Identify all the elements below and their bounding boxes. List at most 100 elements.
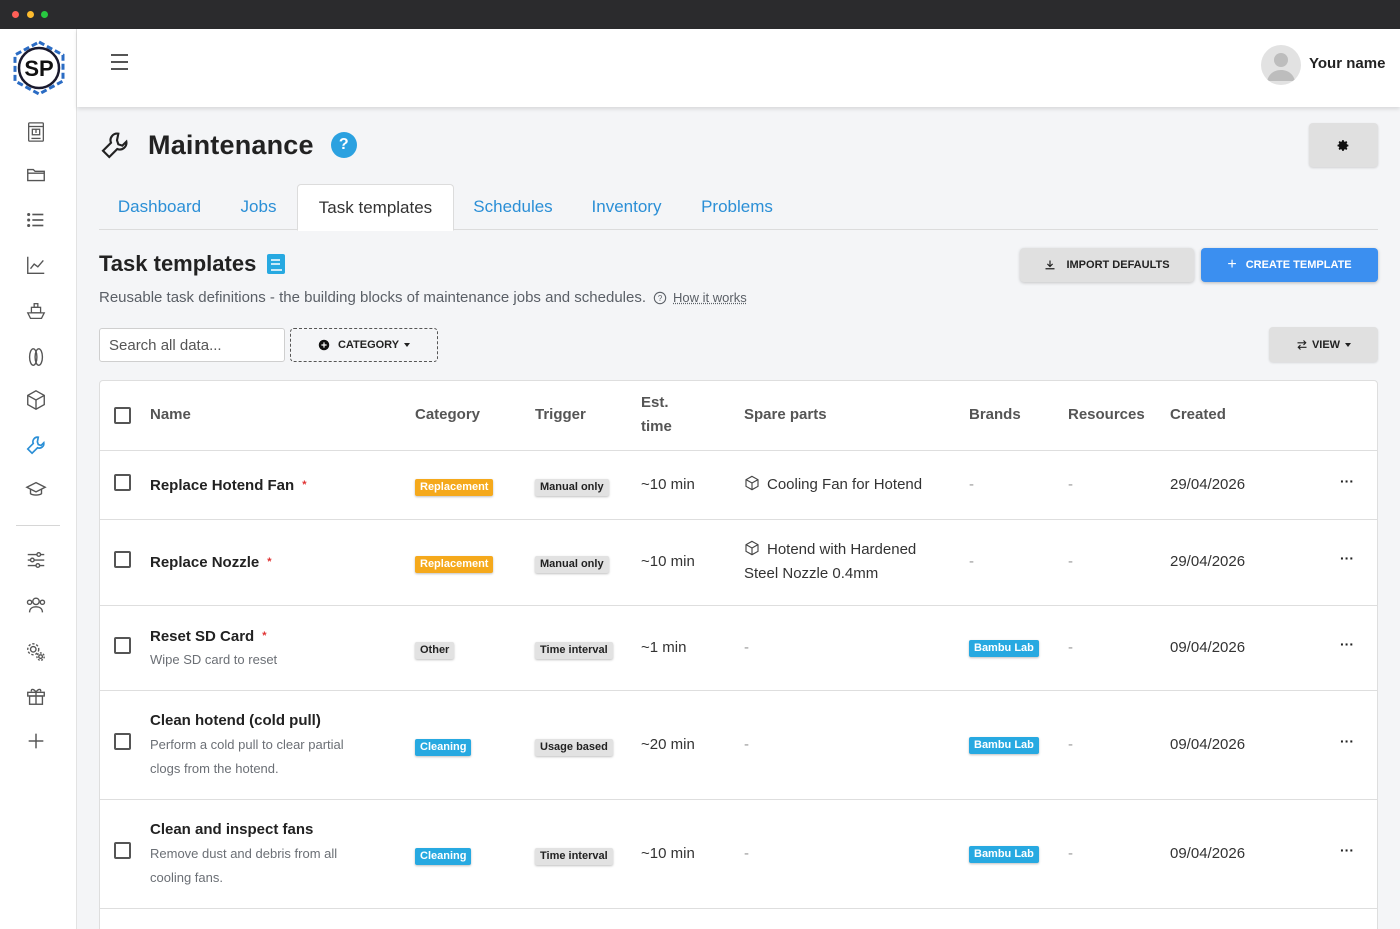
view-button[interactable]: VIEW [1269,327,1378,362]
create-template-button[interactable]: + CREATE TEMPLATE [1201,248,1378,282]
chevron-down-icon [404,343,410,347]
spare-part[interactable]: Cooling Fan for Hotend [744,473,922,497]
brands: - [969,473,974,497]
row-checkbox[interactable] [114,474,131,491]
wrench-icon[interactable] [23,432,49,458]
row-menu-icon[interactable]: ··· [1340,842,1354,858]
row-checkbox[interactable] [114,842,131,859]
spare-part: - [744,842,749,866]
help-icon[interactable]: ? [331,132,357,158]
row-menu-icon[interactable]: ··· [1340,733,1354,749]
table-row[interactable]: Replace Hotend Fan * Replacement Manual o… [100,451,1378,520]
row-menu-icon[interactable]: ··· [1340,636,1354,652]
column-header-created[interactable]: Created [1170,403,1226,427]
box-icon[interactable] [23,387,49,413]
tab-dashboard[interactable]: Dashboard [99,184,220,230]
category-badge: Replacement [415,556,493,573]
trigger-badge: Usage based [535,739,613,756]
box-icon [744,540,760,556]
how-it-works-link[interactable]: How it works [673,290,747,305]
view-label: VIEW [1312,339,1340,351]
column-header-name[interactable]: Name [150,403,191,427]
column-header-category[interactable]: Category [415,403,480,427]
resources: - [1068,733,1073,757]
brand-badge[interactable]: Bambu Lab [969,737,1039,754]
plus-icon[interactable] [23,728,49,754]
filament-icon[interactable] [23,344,49,370]
task-name-text: Replace Hotend Fan [150,477,294,494]
maximize-window-button[interactable] [41,11,48,18]
book-icon[interactable] [266,253,286,275]
window-titlebar [0,0,1400,29]
task-description: Wipe SD card to reset [150,648,277,672]
app-logo[interactable]: SP [9,40,69,96]
import-defaults-button[interactable]: IMPORT DEFAULTS [1020,248,1194,282]
trigger-badge: Time interval [535,848,613,865]
graduation-cap-icon[interactable] [23,477,49,503]
category-badge: Cleaning [415,848,471,865]
spare-part-text-line2: Steel Nozzle 0.4mm [744,565,878,582]
required-marker: * [262,630,266,642]
select-all-checkbox[interactable] [114,407,131,424]
brand-badge[interactable]: Bambu Lab [969,846,1039,863]
task-name[interactable]: Replace Nozzle * [150,550,272,575]
sliders-icon[interactable] [23,547,49,573]
settings-button[interactable] [1309,123,1378,167]
hamburger-menu-icon[interactable] [111,54,133,74]
table-row[interactable]: Clean hotend (cold pull) Perform a cold … [100,691,1378,800]
minimize-window-button[interactable] [27,11,34,18]
table-row[interactable]: Replace Nozzle * Replacement Manual only … [100,520,1378,606]
tab-task-templates[interactable]: Task templates [297,184,454,231]
tab-problems[interactable]: Problems [681,184,793,230]
folder-icon[interactable] [23,162,49,188]
created-date: 29/04/2026 [1170,550,1245,574]
swap-icon [1296,339,1308,351]
row-menu-icon[interactable]: ··· [1340,473,1354,489]
tab-jobs[interactable]: Jobs [220,184,297,230]
task-description: Perform a cold pull to clear partial clog… [150,733,344,781]
task-name-text: Replace Nozzle [150,554,259,571]
column-header-est-time[interactable]: Est. time [641,391,672,439]
table-row[interactable]: Clean and inspect fans Remove dust and d… [100,800,1378,909]
column-header-spare-parts[interactable]: Spare parts [744,403,827,427]
box-icon [744,475,760,491]
column-header-resources[interactable]: Resources [1068,403,1145,427]
spare-part: - [744,636,749,660]
row-menu-icon[interactable]: ··· [1340,550,1354,566]
row-checkbox[interactable] [114,551,131,568]
task-description-line1: Perform a cold pull to clear partial [150,737,344,752]
tab-schedules[interactable]: Schedules [454,184,572,230]
created-date: 09/04/2026 [1170,733,1245,757]
close-window-button[interactable] [12,11,19,18]
avatar[interactable] [1261,45,1301,85]
import-defaults-label: IMPORT DEFAULTS [1066,259,1169,271]
search-input[interactable] [99,328,285,362]
tab-inventory[interactable]: Inventory [572,184,681,230]
task-name-text: Reset SD Card [150,628,254,645]
list-icon[interactable] [23,207,49,233]
task-name[interactable]: Clean and inspect fans [150,818,313,842]
cogs-icon[interactable] [23,639,49,665]
create-template-label: CREATE TEMPLATE [1246,259,1352,271]
ship-icon[interactable] [23,298,49,324]
gift-icon[interactable] [23,683,49,709]
spare-part[interactable]: Hotend with Hardened Steel Nozzle 0.4mm [744,538,916,586]
column-header-trigger[interactable]: Trigger [535,403,586,427]
table-row[interactable]: Reset SD Card * Wipe SD card to reset Oth… [100,606,1378,691]
trigger-badge: Time interval [535,642,613,659]
users-icon[interactable] [23,592,49,618]
task-name[interactable]: Replace Hotend Fan * [150,473,306,498]
user-name[interactable]: Your name [1309,55,1385,72]
chart-icon[interactable] [23,252,49,278]
brand-badge[interactable]: Bambu Lab [969,640,1039,657]
column-header-brands[interactable]: Brands [969,403,1021,427]
download-icon [1044,259,1056,271]
task-name[interactable]: Clean hotend (cold pull) [150,709,321,733]
row-checkbox[interactable] [114,637,131,654]
resources: - [1068,636,1073,660]
task-name[interactable]: Reset SD Card * [150,624,266,649]
trigger-badge: Manual only [535,479,609,496]
printer-icon[interactable] [23,119,49,145]
category-filter-button[interactable]: CATEGORY [290,328,438,362]
row-checkbox[interactable] [114,733,131,750]
